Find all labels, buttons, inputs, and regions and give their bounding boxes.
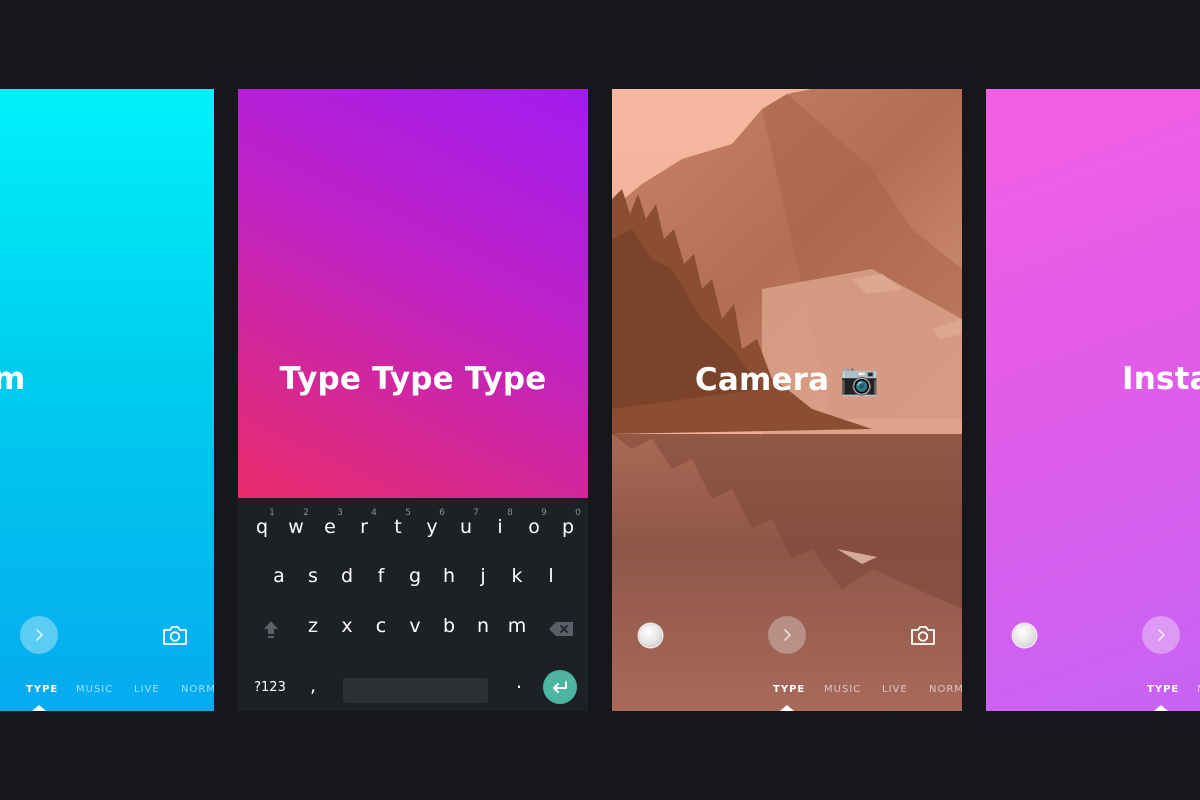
key-u[interactable]: u [451, 516, 481, 538]
screen-title: Camera 📷 [694, 362, 880, 398]
enter-key[interactable] [543, 670, 577, 704]
next-button[interactable] [768, 616, 806, 654]
key-comma[interactable]: , [298, 675, 328, 697]
screen-type-cyan: gram TYPE MUSIC LIVE NORM [0, 89, 214, 711]
nav-item-music[interactable]: MUSIC [76, 684, 113, 695]
key-k[interactable]: k [502, 565, 532, 587]
backspace-icon[interactable] [548, 621, 574, 637]
active-mode-indicator [32, 705, 46, 711]
record-icon[interactable] [1013, 624, 1036, 647]
nav-item-type[interactable]: TYPE [26, 684, 58, 695]
type-canvas[interactable]: Type Type Type [238, 89, 588, 498]
key-x[interactable]: x [332, 615, 362, 637]
key-h[interactable]: h [434, 565, 464, 587]
camera-icon[interactable] [910, 624, 936, 646]
nav-item-music[interactable]: MUSIC [824, 684, 861, 695]
chevron-right-icon [36, 629, 43, 641]
key-t[interactable]: t [383, 516, 413, 538]
key-l[interactable]: l [536, 565, 566, 587]
key-y[interactable]: y [417, 516, 447, 538]
key-w[interactable]: w [281, 516, 311, 538]
active-mode-indicator [780, 705, 794, 711]
chevron-right-icon [1158, 629, 1165, 641]
nav-item-normal[interactable]: NORM [181, 684, 214, 695]
key-g[interactable]: g [400, 565, 430, 587]
nav-item-type[interactable]: TYPE [1147, 684, 1179, 695]
shift-icon[interactable] [262, 619, 280, 639]
key-b[interactable]: b [434, 615, 464, 637]
key-d[interactable]: d [332, 565, 362, 587]
mode-nav: TYPE MUSIC LIVE NORM [0, 684, 214, 698]
key-c[interactable]: c [366, 615, 396, 637]
key-p[interactable]: p [553, 516, 583, 538]
screen-title: Type Type Type [279, 361, 547, 397]
mode-nav: TYPE M [986, 684, 1200, 698]
key-i[interactable]: i [485, 516, 515, 538]
key-period[interactable]: . [504, 671, 534, 693]
nav-item-normal[interactable]: NORM [929, 684, 962, 695]
key-e[interactable]: e [315, 516, 345, 538]
camera-icon[interactable] [162, 624, 188, 646]
screen-camera: Camera 📷 TYPE MUSIC LIVE NORM [612, 89, 962, 711]
key-z[interactable]: z [298, 615, 328, 637]
key-r[interactable]: r [349, 516, 379, 538]
keyboard: 1 2 3 4 5 6 7 8 9 0 q w e r t y u i o p … [238, 498, 588, 711]
key-v[interactable]: v [400, 615, 430, 637]
key-j[interactable]: j [468, 565, 498, 587]
active-mode-indicator [1154, 705, 1168, 711]
record-icon[interactable] [639, 624, 662, 647]
key-m[interactable]: m [502, 615, 532, 637]
screen-type-keyboard: Type Type Type 1 2 3 4 5 6 7 8 9 0 q w e… [238, 89, 588, 711]
key-o[interactable]: o [519, 516, 549, 538]
screen-title: Insta [1122, 361, 1200, 397]
enter-icon [553, 681, 567, 693]
key-q[interactable]: q [247, 516, 277, 538]
key-s[interactable]: s [298, 565, 328, 587]
symbols-key[interactable]: ?123 [252, 680, 288, 695]
key-a[interactable]: a [264, 565, 294, 587]
mode-nav: TYPE MUSIC LIVE NORM [612, 684, 962, 698]
next-button[interactable] [1142, 616, 1180, 654]
nav-item-live[interactable]: LIVE [134, 684, 160, 695]
next-button[interactable] [20, 616, 58, 654]
screen-title: gram [0, 361, 26, 397]
nav-item-type[interactable]: TYPE [773, 684, 805, 695]
key-n[interactable]: n [468, 615, 498, 637]
screen-type-pink: Insta TYPE M [986, 89, 1200, 711]
chevron-right-icon [784, 629, 791, 641]
space-key[interactable] [343, 678, 488, 703]
key-f[interactable]: f [366, 565, 396, 587]
nav-item-live[interactable]: LIVE [882, 684, 908, 695]
